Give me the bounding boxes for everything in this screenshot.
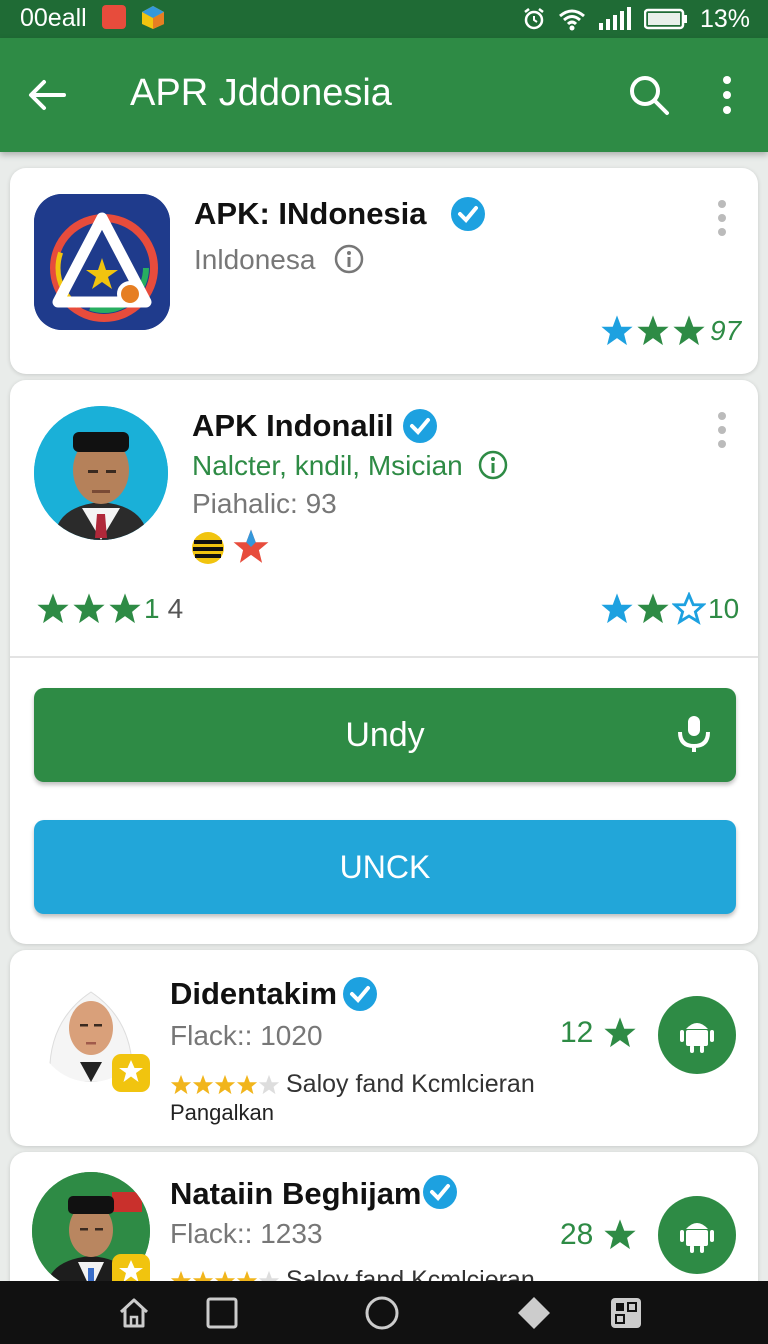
rating-value: 1 bbox=[144, 593, 160, 624]
rating-left: 1 4 bbox=[36, 592, 183, 626]
page-title: APR Jddonesia bbox=[130, 72, 392, 114]
primary-action-button[interactable]: Undy bbox=[34, 688, 736, 782]
rating-count: 4 bbox=[167, 593, 184, 624]
rating-right: 10 bbox=[600, 592, 739, 626]
user-card-1[interactable]: Didentakim Flack:: 1020 Saloy fand Kcmlc… bbox=[10, 950, 758, 1146]
primary-button-label: Undy bbox=[345, 715, 425, 754]
info-icon[interactable] bbox=[478, 450, 508, 480]
alarm-icon bbox=[524, 8, 544, 30]
small-rating: Saloy fand Kcmlcieran bbox=[170, 1070, 535, 1099]
avatar bbox=[34, 406, 168, 540]
verified-badge-icon bbox=[343, 977, 377, 1011]
status-icons: 13% bbox=[522, 4, 750, 34]
divider bbox=[10, 656, 758, 658]
user-name: Nataiin Beghijam bbox=[170, 1176, 422, 1211]
star-icon bbox=[673, 315, 705, 346]
search-icon[interactable] bbox=[626, 72, 672, 118]
user-detail: Flack:: 1233 bbox=[170, 1218, 323, 1249]
star-icon bbox=[214, 1074, 236, 1094]
app-logo bbox=[34, 194, 170, 330]
home-circle-icon[interactable] bbox=[364, 1295, 400, 1331]
verified-badge-icon bbox=[451, 197, 485, 231]
system-nav-bar bbox=[0, 1281, 768, 1344]
star-count: 12 bbox=[560, 1016, 637, 1050]
star-icon bbox=[37, 593, 69, 624]
star-icon bbox=[170, 1074, 192, 1094]
status-bar: 00eall 13% bbox=[0, 0, 768, 38]
star-outline-icon bbox=[672, 592, 706, 625]
verified-badge-icon bbox=[403, 409, 437, 443]
apps-icon[interactable] bbox=[608, 1295, 644, 1331]
star-badge-icon bbox=[112, 1054, 150, 1092]
app-bar: APR Jddonesia bbox=[0, 38, 768, 152]
app-rating: 97 bbox=[600, 314, 741, 348]
app-detail: Piahalic: 93 bbox=[192, 488, 337, 519]
count-value: 28 bbox=[560, 1218, 594, 1251]
user-name: Didentakim bbox=[170, 976, 338, 1011]
card-menu-icon[interactable] bbox=[714, 410, 730, 450]
card-menu-icon[interactable] bbox=[714, 198, 730, 238]
count-value: 12 bbox=[560, 1016, 594, 1049]
star-icon bbox=[73, 593, 105, 624]
back-arrow-icon[interactable] bbox=[24, 72, 70, 118]
back-diamond-icon[interactable] bbox=[516, 1295, 552, 1331]
app-categories: Nalcter, kndil, Msician bbox=[192, 450, 463, 481]
star-icon bbox=[109, 593, 141, 624]
secondary-action-button[interactable]: UNCK bbox=[34, 820, 736, 914]
bee-icon bbox=[192, 532, 224, 564]
android-download-button[interactable] bbox=[658, 1196, 736, 1274]
android-icon bbox=[680, 1223, 714, 1253]
app-card-1[interactable]: APK: INdonesia Inldonesa 97 bbox=[10, 168, 758, 374]
home-icon[interactable] bbox=[116, 1295, 152, 1331]
app-card-2[interactable]: APK Indonalil Nalcter, kndil, Msician Pi… bbox=[10, 380, 758, 944]
app-subtitle: Inldonesa bbox=[194, 244, 316, 275]
battery-icon bbox=[643, 8, 687, 30]
app-name: APK: INdonesia bbox=[194, 196, 427, 231]
recents-square-icon[interactable] bbox=[204, 1295, 240, 1331]
star-icon bbox=[637, 315, 669, 346]
star-count: 28 bbox=[560, 1218, 637, 1252]
app-icon bbox=[142, 6, 164, 29]
more-vert-icon[interactable] bbox=[712, 72, 742, 118]
carrier-label: 00eall bbox=[20, 4, 87, 32]
star-icon bbox=[192, 1074, 214, 1094]
star-icon bbox=[637, 593, 669, 624]
android-download-button[interactable] bbox=[658, 996, 736, 1074]
star-icon bbox=[601, 315, 633, 346]
star-icon bbox=[604, 1017, 636, 1048]
rating-value: 97 bbox=[710, 315, 742, 346]
signal-icon bbox=[598, 7, 631, 30]
user-detail: Flack:: 1020 bbox=[170, 1020, 323, 1051]
verified-badge-icon bbox=[423, 1175, 457, 1209]
wifi-icon bbox=[558, 9, 585, 31]
star-badge-icon bbox=[233, 529, 269, 563]
download-mic-icon bbox=[678, 716, 710, 752]
battery-percent: 13% bbox=[699, 4, 750, 33]
info-icon[interactable] bbox=[334, 244, 364, 274]
app-name: APK Indonalil bbox=[192, 408, 394, 443]
star-icon bbox=[236, 1074, 258, 1094]
secondary-button-label: UNCK bbox=[339, 848, 431, 885]
star-icon bbox=[604, 1219, 636, 1250]
android-icon bbox=[680, 1023, 714, 1053]
star-empty-icon bbox=[258, 1074, 280, 1094]
user-tag: Pangalkan bbox=[170, 1100, 274, 1125]
star-icon bbox=[601, 593, 633, 624]
notification-icon bbox=[102, 5, 126, 29]
rating-value: 10 bbox=[708, 593, 740, 624]
rating-label: Saloy fand Kcmlcieran bbox=[286, 1070, 535, 1098]
